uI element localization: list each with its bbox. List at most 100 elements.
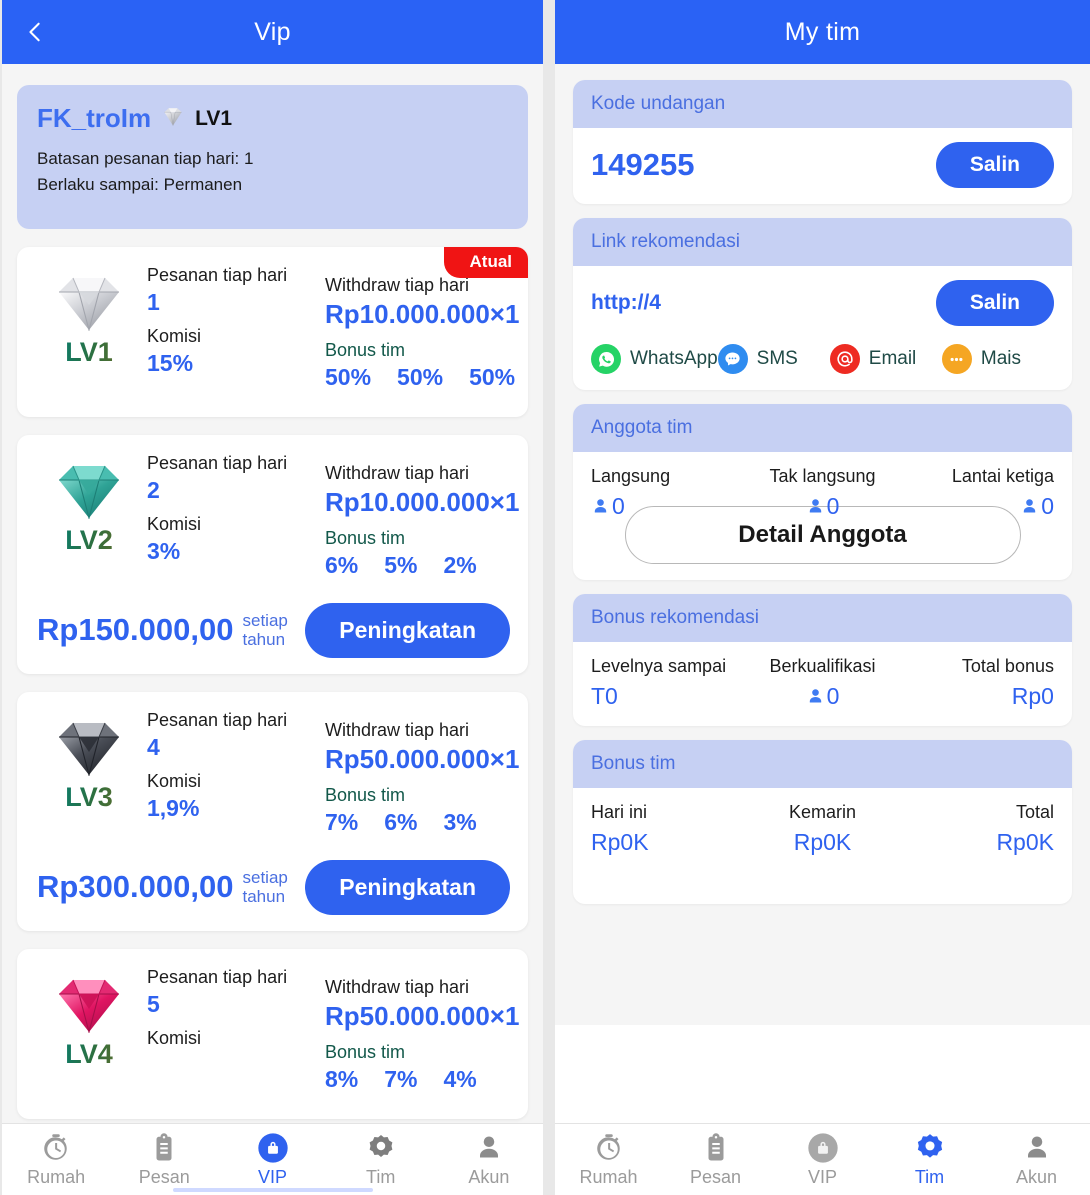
tab-pesan[interactable]: Pesan [110, 1131, 218, 1188]
upgrade-price: Rp150.000,00 [37, 612, 234, 648]
copy-code-button[interactable]: Salin [935, 142, 1054, 188]
share-sms[interactable]: SMS [717, 344, 830, 374]
tab-label: Tim [366, 1167, 396, 1187]
lock-bag-icon [218, 1131, 326, 1165]
orders-value: 5 [147, 990, 160, 1017]
whatsapp-icon [591, 344, 621, 374]
team-bonus-3: 4% [443, 1065, 477, 1092]
tab-vip[interactable]: VIP [769, 1131, 876, 1188]
diamond-icon [31, 720, 147, 776]
team-bonus-stats: Hari ini Rp0K Kemarin Rp0K Total Rp0K [591, 802, 1054, 856]
daily-order-limit: Batasan pesanan tiap hari: 1 [37, 149, 254, 168]
team-bonus-3: 50% [469, 363, 516, 390]
share-whatsapp[interactable]: WhatsApp [591, 344, 718, 374]
share-label: WhatsApp [630, 348, 718, 369]
dual-screenshot-wrapper: Vip FK_troIm LV1 Batasan pesanan tiap ha… [0, 0, 1090, 1195]
tab-label: Tim [914, 1167, 945, 1187]
clipboard-icon [110, 1131, 218, 1165]
commission-label: Komisi [147, 513, 202, 534]
chevron-left-icon[interactable] [24, 21, 46, 43]
my-team-screen: My tim Kode undangan 149255 Salin Link r… [555, 0, 1090, 1195]
vip-level-block: LV1 [31, 261, 147, 368]
stat-value: Rp0K [996, 829, 1054, 855]
recommend-link-url[interactable]: http://4 [591, 291, 661, 315]
stat-berkualifikasi: Berkualifikasi 0 [745, 656, 899, 710]
tab-pesan[interactable]: Pesan [662, 1131, 769, 1188]
stat-value: 0 [612, 493, 625, 519]
clipboard-icon [662, 1131, 769, 1165]
invite-code-value: 149255 [591, 147, 695, 182]
stat-kemarin: Kemarin Rp0K [745, 802, 899, 856]
team-bonus-label: Bonus tim [325, 784, 406, 805]
upgrade-button[interactable]: Peningkatan [305, 602, 510, 658]
vip-level-label: LV4 [31, 1039, 147, 1070]
vip-level-label: LV1 [31, 337, 147, 368]
recommend-link-header: Link rekomendasi [573, 218, 1072, 266]
tab-rumah[interactable]: Rumah [555, 1131, 662, 1188]
stat-langsung: Langsung 0 [591, 466, 745, 520]
person-icon [435, 1131, 543, 1165]
price-period: setiap tahun [242, 611, 288, 650]
share-row: WhatsApp SMS Email Mais [591, 344, 1054, 374]
tab-tim[interactable]: Tim [327, 1131, 435, 1188]
stat-label: Kemarin [788, 802, 856, 822]
person-icon [1020, 496, 1039, 517]
team-bonus-1: 6% [325, 551, 359, 578]
orders-label: Pesanan tiap hari [147, 452, 288, 473]
team-scroll-area[interactable]: Kode undangan 149255 Salin Link rekomend… [555, 64, 1090, 1123]
stat-total: Total Rp0K [900, 802, 1054, 856]
team-bonus-2: 50% [397, 363, 444, 390]
tab-akun[interactable]: Akun [983, 1131, 1090, 1188]
tab-akun[interactable]: Akun [435, 1131, 543, 1188]
stopwatch-icon [555, 1131, 662, 1165]
commission-label: Komisi [147, 325, 202, 346]
share-label: SMS [756, 348, 798, 369]
user-info-card: FK_troIm LV1 Batasan pesanan tiap hari: … [17, 85, 528, 229]
stat-value: Rp0 [1011, 683, 1054, 709]
orders-label: Pesanan tiap hari [147, 709, 288, 730]
vip-card-lv2[interactable]: LV2 Pesanan tiap hari 2 Komisi 3% Withdr… [17, 434, 528, 674]
current-badge: Atual [443, 247, 528, 278]
stat-value: T0 [591, 683, 618, 709]
stat-label: Berkualifikasi [769, 656, 876, 676]
diamond-icon [31, 275, 147, 331]
tab-rumah[interactable]: Rumah [2, 1131, 110, 1188]
page-title: My tim [784, 17, 861, 46]
gear-icon [327, 1131, 435, 1165]
username: FK_troIm [37, 103, 152, 133]
stat-value: Rp0K [591, 829, 649, 855]
vip-card-lv4[interactable]: LV4 Pesanan tiap hari 5 Komisi Withdraw … [17, 948, 528, 1119]
team-bonus-1: 8% [325, 1065, 359, 1092]
team-bonus-1: 7% [325, 808, 359, 835]
share-more[interactable]: Mais [941, 344, 1054, 374]
vip-level-label: LV3 [31, 782, 147, 813]
stat-tak-langsung: Tak langsung 0 [745, 466, 899, 520]
upgrade-button[interactable]: Peningkatan [305, 859, 510, 915]
person-icon [806, 686, 825, 707]
tab-label: Akun [468, 1167, 510, 1187]
team-bonus-label: Bonus tim [325, 1041, 406, 1062]
share-email[interactable]: Email [829, 344, 942, 374]
stat-hari-ini: Hari ini Rp0K [591, 802, 745, 856]
vip-card-lv3[interactable]: LV3 Pesanan tiap hari 4 Komisi 1,9% With… [17, 691, 528, 931]
lock-bag-icon [769, 1131, 876, 1165]
stat-label: Total [1015, 802, 1054, 822]
stat-label: Levelnya sampai [591, 656, 727, 676]
tab-vip[interactable]: VIP [218, 1131, 326, 1188]
tab-tim[interactable]: Tim [876, 1131, 983, 1188]
stat-value: 0 [1041, 493, 1054, 519]
tab-label: VIP [258, 1167, 288, 1187]
vip-card-lv1[interactable]: Atual LV1 Pesanan tiap hari 1 Komisi 15%… [17, 247, 528, 417]
team-bonus-2: 7% [384, 1065, 418, 1092]
stat-label: Hari ini [591, 802, 648, 822]
withdraw-value: Rp10.000.000×1 [325, 298, 520, 329]
tab-label: Pesan [138, 1167, 190, 1187]
upgrade-price: Rp300.000,00 [37, 869, 234, 905]
team-bonus-label: Bonus tim [325, 339, 406, 360]
team-bonus-values: 8% 7% 4% [325, 1066, 519, 1093]
team-bonus-header: Bonus tim [573, 740, 1072, 788]
commission-value: 15% [147, 349, 194, 376]
vip-scroll-area[interactable]: FK_troIm LV1 Batasan pesanan tiap hari: … [2, 64, 543, 1123]
commission-value: 1,9% [147, 794, 200, 821]
copy-link-button[interactable]: Salin [935, 280, 1054, 326]
